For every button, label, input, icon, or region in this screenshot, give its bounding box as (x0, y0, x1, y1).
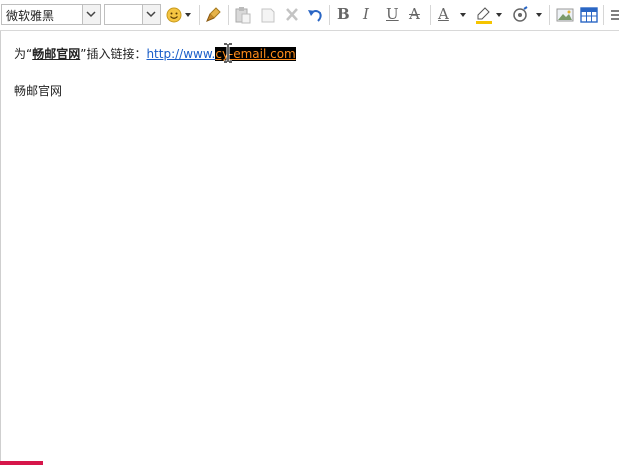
toolbar-separator (199, 5, 200, 25)
toolbar-separator (549, 5, 550, 25)
strikethrough-button[interactable]: A (409, 5, 420, 23)
undo-icon[interactable] (306, 6, 324, 24)
font-family-select[interactable]: 微软雅黑 (1, 4, 101, 25)
toolbar-separator (603, 5, 604, 25)
underline-button[interactable]: U (386, 5, 399, 23)
copy-icon[interactable] (259, 6, 277, 24)
font-color-dropdown-caret[interactable] (460, 13, 466, 17)
italic-button[interactable]: I (363, 5, 369, 23)
bottom-accent-bar (0, 461, 43, 465)
bold-button[interactable]: B (337, 5, 350, 23)
emoji-dropdown-caret[interactable] (185, 13, 191, 17)
insert-special-dropdown-caret[interactable] (536, 13, 542, 17)
font-family-value: 微软雅黑 (6, 9, 55, 23)
line-middle: ”插入链接： (80, 47, 147, 61)
toolbar-separator (228, 5, 229, 25)
highlight-dropdown-caret[interactable] (496, 13, 502, 17)
highlight-color-icon[interactable] (475, 6, 493, 24)
align-icon[interactable] (609, 6, 619, 24)
insert-table-icon[interactable] (580, 6, 598, 24)
link-text: http://www. (146, 47, 216, 61)
text-cursor-icon (224, 43, 232, 63)
chevron-down-icon (86, 11, 96, 18)
font-family-dropdown-button[interactable] (82, 5, 100, 24)
editor-line: 为“畅邮官网”插入链接：http://www.cy-email.com (14, 45, 296, 62)
chevron-down-icon (146, 11, 156, 18)
bold-text: 畅邮官网 (32, 47, 81, 61)
editor-body[interactable]: 为“畅邮官网”插入链接：http://www.cy-email.com 畅邮官网 (0, 31, 619, 465)
insert-special-icon[interactable] (511, 6, 529, 24)
cut-icon[interactable] (283, 6, 301, 24)
line-prefix: 为“ (14, 47, 33, 61)
insert-image-icon[interactable] (556, 6, 574, 24)
font-size-dropdown-button[interactable] (142, 5, 160, 24)
font-color-button[interactable]: A (438, 5, 449, 23)
editor-toolbar: 微软雅黑 B I U A A (0, 0, 619, 31)
font-size-select[interactable] (104, 4, 161, 25)
format-painter-icon[interactable] (205, 6, 223, 24)
toolbar-separator (430, 5, 431, 25)
emoji-icon[interactable] (166, 6, 184, 24)
toolbar-separator (329, 5, 330, 25)
paste-icon[interactable] (234, 6, 252, 24)
editor-line: 畅邮官网 (14, 84, 63, 98)
